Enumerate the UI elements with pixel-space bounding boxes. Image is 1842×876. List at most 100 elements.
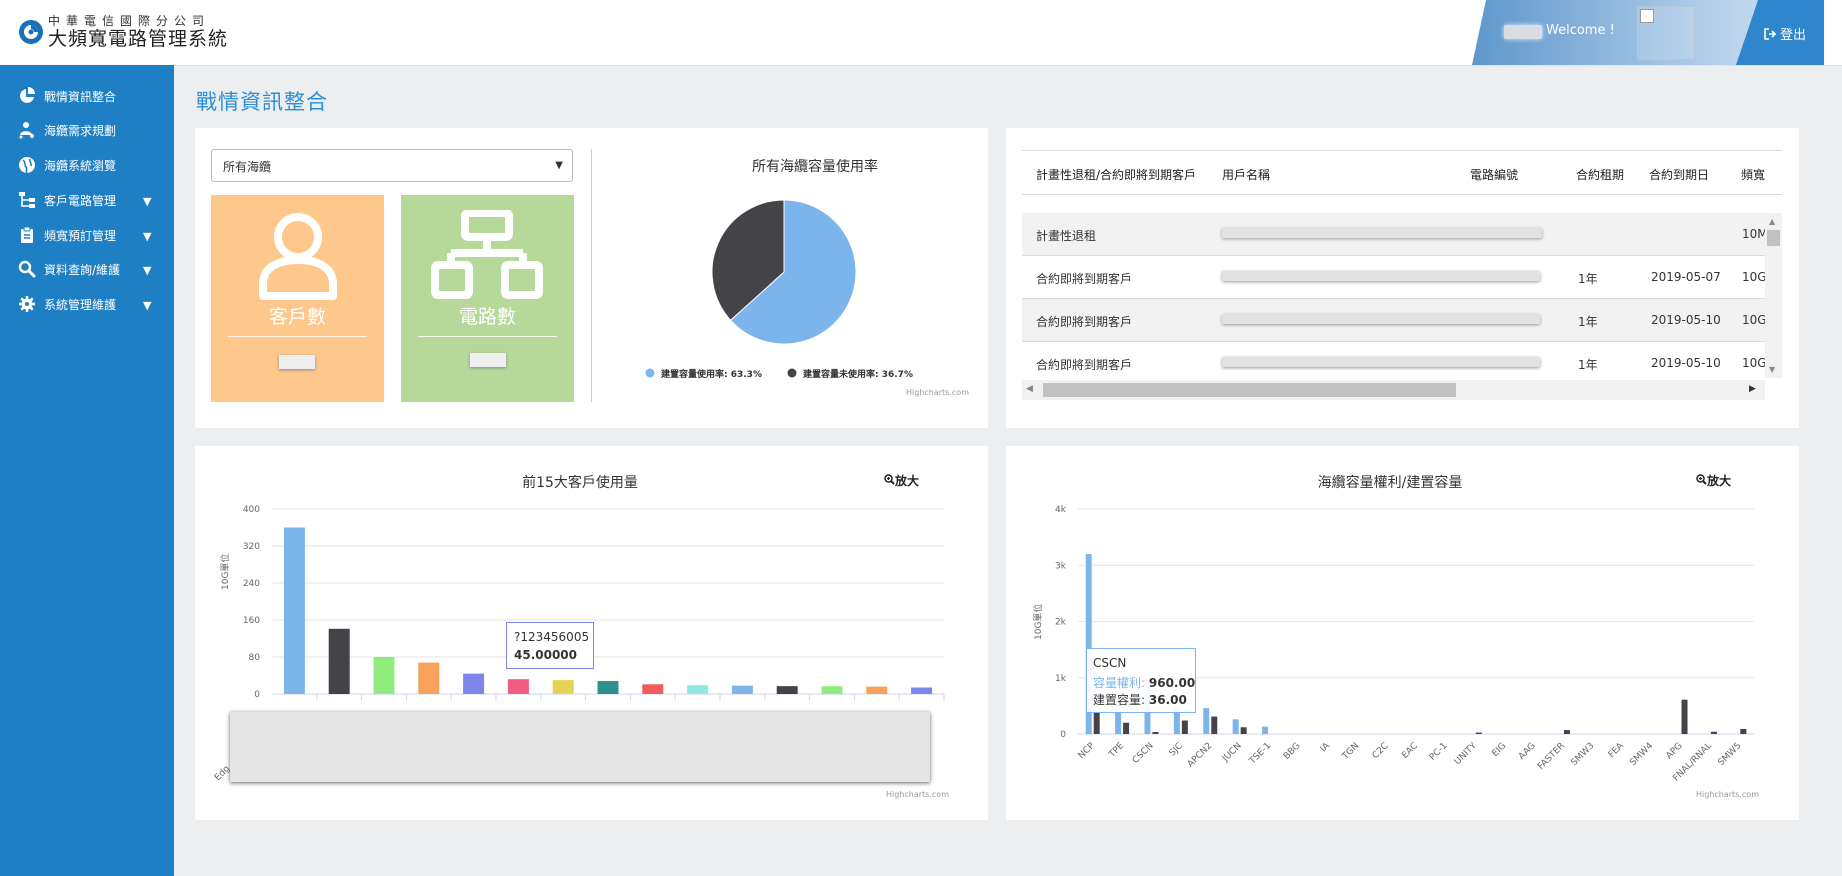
chart-credits: Highcharts.com [1696,790,1759,799]
globe-icon [19,157,35,174]
pie-chart-title: 所有海纜容量使用率 [752,159,878,175]
chevron-down-icon[interactable]: ▼ [143,264,151,277]
top15-tooltip: ?123456005 45.00000 [506,622,594,669]
chevron-down-icon: ▼ [555,160,563,171]
search-icon [18,260,36,278]
cell-term: 1年 [1578,358,1598,372]
tooltip-series2-value: 36.00 [1148,693,1187,707]
column-header-bandwidth[interactable]: 頻寬 [1741,166,1765,183]
table-row[interactable]: 合約即將到期客戶 1年 2019-05-10 10G [1022,342,1765,385]
sidebar-item-dashboard[interactable]: 戰情資訊整合 [18,86,116,106]
cell-bandwidth: 10G [1742,313,1765,327]
sidebar-item-label: 系統管理維護 [44,297,117,312]
tooltip-series2: 建置容量: 36.00 [1093,691,1187,708]
sidebar-item-cable-browse[interactable]: 海纜系統瀏覽 [18,155,116,175]
table-row[interactable]: 合約即將到期客戶 1年 2019-05-07 10G [1022,256,1765,299]
column-header-expiry[interactable]: 合約到期日 [1649,166,1709,183]
company-logo[interactable]: 中華電信國際分公司 大頻寬電路管理系統 [18,14,228,50]
top15-chart-title: 前15大客戶使用量 [522,475,638,491]
zoom-label: 放大 [1707,474,1732,488]
table-row[interactable]: 計畫性退租 10M [1022,213,1765,256]
redacted-customer-circuit [1222,271,1540,281]
cell-bandwidth: 10M [1742,227,1765,241]
sitemap-icon [19,192,35,208]
redacted-customer-circuit [1222,357,1540,367]
chevron-down-icon[interactable]: ▼ [143,230,151,243]
tooltip-series2-label: 建置容量: [1093,693,1146,707]
sidebar-item-label: 頻寬預訂管理 [44,228,117,243]
customer-count-card[interactable]: 客戶數 [211,195,384,402]
circuit-count-label: 電路數 [458,306,516,328]
broken-image-icon [1640,9,1654,23]
scrollbar-thumb[interactable] [1043,383,1456,397]
panel-divider [591,149,592,402]
welcome-text: Welcome ! [1546,23,1615,38]
column-header-circuit-id[interactable]: 電路編號 [1470,166,1518,183]
redacted-customer-labels [230,712,930,782]
sidebar-item-bandwidth-booking[interactable]: 頻寬預訂管理 [18,225,116,245]
sidebar-item-label: 戰情資訊整合 [44,89,117,104]
user-icon [259,213,337,300]
cht-logo-icon [19,20,43,44]
chevron-down-icon[interactable]: ▼ [143,195,151,208]
column-header-customer[interactable]: 用戶名稱 [1222,166,1270,183]
customer-count-value-redacted [279,355,315,369]
cell-type: 合約即將到期客戶 [1036,315,1133,329]
cable-filter-select[interactable]: 所有海纜 ▼ [211,149,573,182]
cell-bandwidth: 10G [1742,270,1765,284]
sidebar-item-customer-circuits[interactable]: 客戶電路管理 [18,190,116,210]
column-header-type[interactable]: 計畫性退租/合約即將到期客戶 [1036,166,1196,183]
tooltip-series1: 容量權利: 960.00 [1093,674,1195,691]
redacted-customer-circuit [1222,314,1540,324]
redacted-customer-circuit [1222,228,1542,238]
logout-label: 登出 [1780,28,1807,43]
card-divider [418,336,557,337]
sidebar [0,65,174,876]
zoom-in-icon [884,474,895,485]
logout-icon [1764,27,1777,40]
cable-filter-value: 所有海纜 [223,160,272,174]
sidebar-item-system-admin[interactable]: 系統管理維護 [18,294,116,314]
capacity-zoom-button[interactable]: 放大 [1696,472,1731,489]
top15-zoom-button[interactable]: 放大 [884,472,919,489]
sidebar-item-label: 海纜系統瀏覽 [44,158,117,173]
column-header-term[interactable]: 合約租期 [1576,166,1624,183]
scroll-up-arrow[interactable]: ▲ [1769,217,1775,226]
cell-bandwidth: 10G [1742,356,1765,370]
chart-credits: Highcharts.com [906,388,969,397]
sidebar-item-label: 客戶電路管理 [44,193,117,208]
page-title: 戰情資訊整合 [196,90,328,114]
logout-button[interactable]: 登出 [1764,24,1806,43]
network-icon [431,210,543,299]
zoom-label: 放大 [895,474,920,488]
chevron-down-icon[interactable]: ▼ [143,299,151,312]
capacity-chart-title: 海纜容量權利/建置容量 [1317,475,1463,491]
user-avatar[interactable] [1637,6,1695,60]
scroll-down-arrow[interactable]: ▼ [1769,365,1775,374]
circuit-count-value-redacted [470,353,506,367]
pie-chart-icon [20,87,35,103]
scroll-left-arrow[interactable]: ◀ [1026,384,1033,394]
sidebar-item-data-query[interactable]: 資料查詢/維護 [18,259,120,279]
capacity-y-axis-title: 10G單位 [1034,603,1044,640]
table-row[interactable]: 合約即將到期客戶 1年 2019-05-10 10G [1022,299,1765,342]
sidebar-item-cable-planning[interactable]: 海纜需求規劃 [18,120,116,140]
tooltip-customer-name: ?123456005 [514,630,590,644]
circuit-count-card[interactable]: 電路數 [401,195,574,402]
cell-expiry: 2019-05-10 [1651,356,1721,370]
cell-term: 1年 [1578,315,1598,329]
cell-type: 合約即將到期客戶 [1036,358,1133,372]
cell-expiry: 2019-05-10 [1651,313,1721,327]
scroll-right-arrow[interactable]: ▶ [1749,384,1756,394]
gear-icon [19,296,35,312]
vertical-scrollbar[interactable]: ▲ ▼ [1765,213,1782,378]
cell-term: 1年 [1578,272,1598,286]
table-body: 計畫性退租 10M 合約即將到期客戶 1年 2019-05-07 10G 合約即… [1022,213,1765,400]
user-network-icon [19,122,34,139]
horizontal-scrollbar[interactable]: ◀ ▶ [1022,380,1765,400]
sidebar-item-label: 資料查詢/維護 [44,262,121,277]
sidebar-item-label: 海纜需求規劃 [44,123,117,138]
customer-count-label: 客戶數 [268,306,326,328]
cell-type: 計畫性退租 [1036,229,1097,243]
scrollbar-thumb[interactable] [1767,230,1780,246]
